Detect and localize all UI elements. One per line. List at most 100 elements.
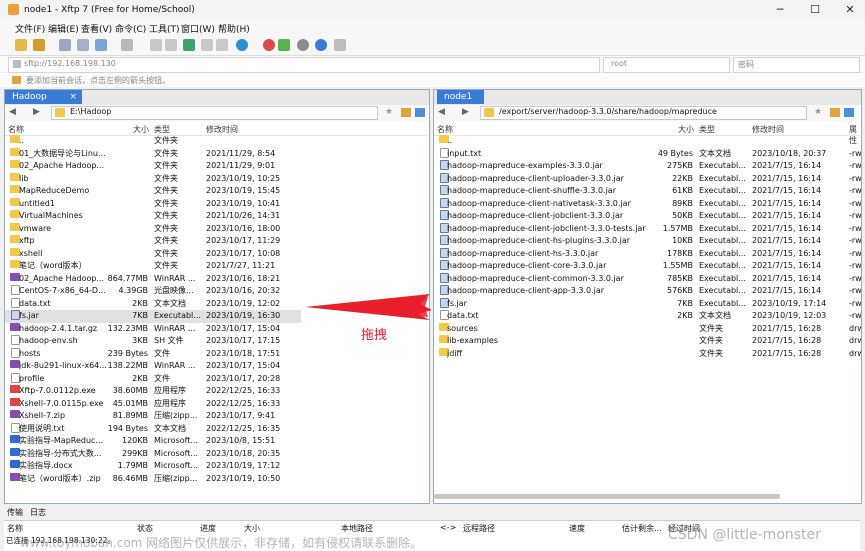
- col-name[interactable]: 名称: [8, 124, 24, 135]
- close-icon[interactable]: ✕: [835, 0, 865, 20]
- copy-icon[interactable]: [201, 39, 213, 51]
- remote-refresh-icon[interactable]: [844, 108, 854, 117]
- file-row[interactable]: hadoop-mapreduce-client-app-3.3.0.jar 576…: [434, 285, 861, 298]
- local-home-icon[interactable]: [401, 108, 411, 117]
- file-row[interactable]: VirtualMachines 文件夹 2021/10/26, 14:31: [5, 210, 301, 223]
- col-name[interactable]: 名称: [437, 124, 453, 135]
- file-row[interactable]: data.txt 2KB 文本文档 2023/10/19, 12:03 -rw: [434, 310, 861, 323]
- file-row[interactable]: untitled1 文件夹 2023/10/19, 10:41: [5, 197, 301, 211]
- file-row[interactable]: 使用说明.txt 194 Bytes 文本文档 2022/12/25, 16:35: [5, 422, 301, 436]
- file-row[interactable]: hadoop-env.sh 3KB SH 文件 2023/10/17, 17:15: [5, 335, 301, 348]
- file-row[interactable]: xftp 文件夹 2023/10/17, 11:29: [5, 235, 301, 248]
- menu-view[interactable]: 查看(V): [81, 22, 112, 35]
- file-row[interactable]: lib-examples 文件夹 2021/7/15, 16:28 drw: [434, 335, 861, 348]
- paste-icon[interactable]: [216, 39, 228, 51]
- file-row[interactable]: hosts 239 Bytes 文件 2023/10/18, 17:51: [5, 347, 301, 361]
- file-row[interactable]: jdiff 文件夹 2021/7/15, 16:28 drw: [434, 347, 861, 361]
- menu-tools[interactable]: 工具(T): [149, 22, 180, 35]
- file-row[interactable]: hadoop-mapreduce-client-nativetask-3.3.0…: [434, 197, 861, 211]
- back-icon[interactable]: ◀: [9, 107, 16, 117]
- menu-help[interactable]: 帮助(H): [218, 22, 250, 35]
- transfer-col-status[interactable]: 状态: [137, 523, 153, 534]
- open-folder-icon[interactable]: [33, 39, 45, 51]
- info-arrow-icon[interactable]: [12, 76, 21, 84]
- gear-icon[interactable]: [297, 39, 309, 51]
- transfer-col-eta[interactable]: 估计剩余...: [622, 523, 662, 534]
- transfer-col-dir[interactable]: <->: [440, 523, 456, 532]
- refresh-icon[interactable]: [121, 39, 133, 51]
- file-row[interactable]: 实验指导-MapReduc... 120KB Microsoft... 2023/10…: [5, 435, 301, 448]
- file-row[interactable]: Xshell-7.zip 81.89MB 压缩(zipp... 2023/10/17,…: [5, 410, 301, 423]
- menu-edit[interactable]: 编辑(E): [48, 22, 79, 35]
- tab-local-hadoop[interactable]: Hadoop ×: [5, 90, 82, 104]
- file-row[interactable]: 实验指导.docx 1.79MB Microsoft... 2023/10/19, 1…: [5, 460, 301, 473]
- remote-filter-icon[interactable]: ★: [814, 107, 822, 117]
- remote-home-icon[interactable]: [830, 108, 840, 117]
- file-row[interactable]: hadoop-mapreduce-examples-3.3.0.jar 275KB…: [434, 160, 861, 173]
- menu-window[interactable]: 窗口(W): [181, 22, 215, 35]
- tab-transfer[interactable]: 传输: [7, 507, 23, 518]
- globe-icon[interactable]: [236, 39, 248, 51]
- file-row[interactable]: hadoop-mapreduce-client-hs-3.3.0.jar 178K…: [434, 247, 861, 261]
- file-row[interactable]: fs.jar 7KB Executabl... 2023/10/19, 16:30: [5, 310, 301, 323]
- file-row[interactable]: Xshell-7.0.0115p.exe 45.01MB 应用程序 2022/12/2…: [5, 397, 301, 411]
- file-row[interactable]: vmware 文件夹 2023/10/16, 18:00: [5, 222, 301, 236]
- file-row[interactable]: input.txt 49 Bytes 文本文档 2023/10/18, 20:37 -r…: [434, 147, 861, 161]
- remote-path-input[interactable]: /export/server/hadoop-3.3.0/share/hadoop…: [480, 106, 807, 120]
- file-row[interactable]: hadoop-mapreduce-client-shuffle-3.3.0.ja…: [434, 185, 861, 198]
- help-icon[interactable]: [315, 39, 327, 51]
- file-row[interactable]: hadoop-mapreduce-client-uploader-3.3.0.j…: [434, 172, 861, 186]
- file-row[interactable]: xshell 文件夹 2023/10/17, 10:08: [5, 247, 301, 261]
- file-row[interactable]: 笔记（word版本）.zip 86.46MB 压缩(zipp... 2023/10/1…: [5, 472, 301, 486]
- maximize-icon[interactable]: ☐: [800, 0, 830, 20]
- file-row[interactable]: sources 文件夹 2021/7/15, 16:28 drw: [434, 322, 861, 336]
- local-path-input[interactable]: E:\Hadoop: [51, 106, 378, 120]
- transfer-col-speed[interactable]: 速度: [569, 523, 585, 534]
- transfer-col-local[interactable]: 本地路径: [341, 523, 373, 534]
- xftp-icon[interactable]: [278, 39, 290, 51]
- local-filter-icon[interactable]: ★: [385, 107, 393, 117]
- file-row[interactable]: ..: [434, 135, 859, 148]
- local-refresh-icon[interactable]: [415, 108, 425, 117]
- file-row[interactable]: 实验指导-分布式大数... 299KB Microsoft... 2023/10/18…: [5, 447, 301, 461]
- tab-remote-node1[interactable]: node1: [437, 90, 484, 104]
- connect-icon[interactable]: [59, 39, 71, 51]
- settings-icon[interactable]: [334, 39, 346, 51]
- transfer-icon[interactable]: [95, 39, 107, 51]
- col-date[interactable]: 修改时间: [752, 124, 784, 135]
- transfer-col-name[interactable]: 名称: [7, 523, 23, 534]
- tab-log[interactable]: 日志: [30, 507, 46, 518]
- close-tab-icon[interactable]: ×: [69, 90, 77, 104]
- file-row[interactable]: .. 文件夹: [5, 135, 301, 148]
- file-row[interactable]: hadoop-mapreduce-client-jobclient-3.3.0.…: [434, 210, 861, 223]
- new-session-icon[interactable]: [15, 39, 27, 51]
- transfer-col-progress[interactable]: 进度: [200, 523, 216, 534]
- file-row[interactable]: hadoop-mapreduce-client-core-3.3.0.jar 1.…: [434, 260, 861, 273]
- transfer-col-remote[interactable]: 远程路径: [463, 523, 495, 534]
- file-row[interactable]: hadoop-mapreduce-client-hs-plugins-3.3.0…: [434, 235, 861, 248]
- disconnect-icon[interactable]: [77, 39, 89, 51]
- file-row[interactable]: hadoop-mapreduce-client-common-3.3.0.jar…: [434, 272, 861, 286]
- upload-icon[interactable]: [150, 39, 162, 51]
- col-type[interactable]: 类型: [699, 124, 715, 135]
- file-row[interactable]: MapReduceDemo 文件夹 2023/10/19, 15:45: [5, 185, 301, 198]
- col-type[interactable]: 类型: [154, 124, 170, 135]
- file-row[interactable]: hadoop-mapreduce-client-jobclient-3.3.0-…: [434, 222, 861, 236]
- sync-icon[interactable]: [183, 39, 195, 51]
- file-row[interactable]: data.txt 2KB 文本文档 2023/10/19, 12:02: [5, 297, 301, 311]
- file-row[interactable]: 02_Apache Hadoop... 864.77MB WinRAR ... 202…: [5, 272, 301, 286]
- col-size[interactable]: 大小: [133, 124, 149, 135]
- xshell-icon[interactable]: [263, 39, 275, 51]
- col-date[interactable]: 修改时间: [206, 124, 238, 135]
- horizontal-scrollbar[interactable]: [434, 494, 780, 499]
- file-row[interactable]: 02_Apache Hadoop... 文件夹 2021/11/29, 9:01: [5, 160, 301, 173]
- transfer-col-size[interactable]: 大小: [244, 523, 260, 534]
- forward-icon[interactable]: ▶: [462, 107, 469, 117]
- download-icon[interactable]: [165, 39, 177, 51]
- file-row[interactable]: fs.jar 7KB Executabl... 2023/10/19, 17:14 -r…: [434, 297, 861, 311]
- menu-file[interactable]: 文件(F): [15, 22, 45, 35]
- file-row[interactable]: 笔记（word版本） 文件夹 2021/7/27, 11:21: [5, 260, 301, 273]
- back-icon[interactable]: ◀: [438, 107, 445, 117]
- minimize-icon[interactable]: ─: [765, 0, 795, 20]
- col-size[interactable]: 大小: [678, 124, 694, 135]
